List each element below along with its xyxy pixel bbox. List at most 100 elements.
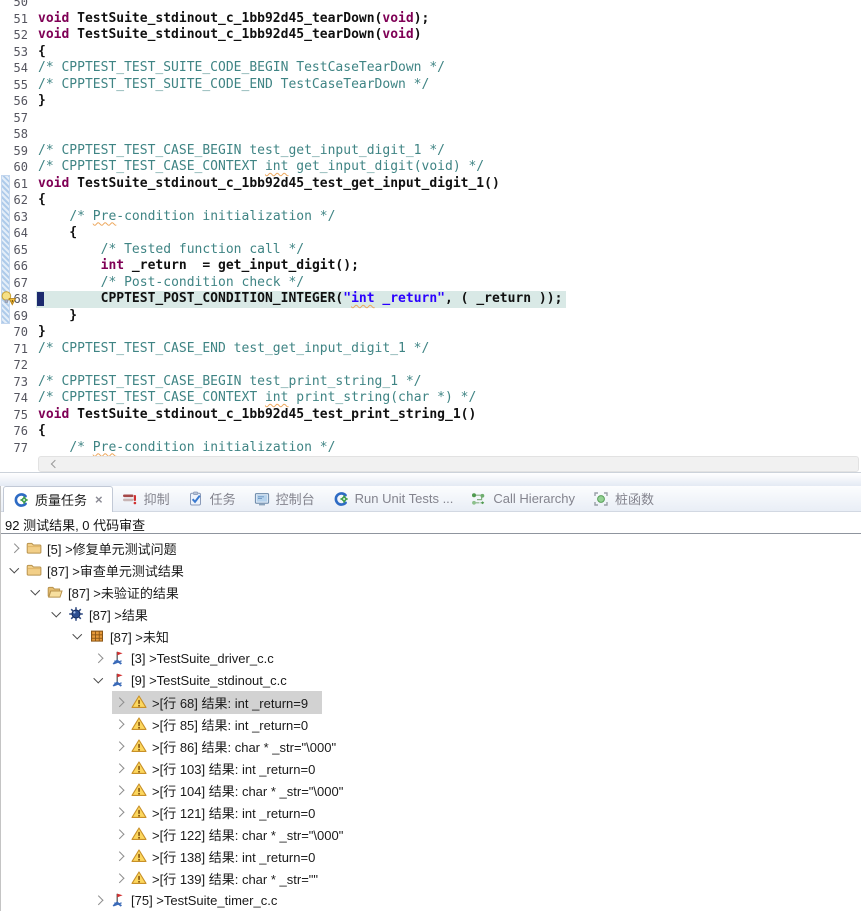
tree-row[interactable]: [3] >TestSuite_driver_c.c (1, 647, 861, 669)
code-text[interactable] (36, 110, 42, 127)
tree-row-label: [87] >结果 (89, 605, 148, 624)
code-text[interactable]: } (36, 324, 50, 341)
code-text[interactable] (36, 126, 42, 143)
code-text[interactable] (36, 0, 42, 11)
code-token: ) (414, 27, 422, 42)
code-text[interactable]: void TestSuite_stdinout_c_1bb92d45_tearD… (36, 27, 426, 44)
tree-row-body: >[行 122] 结果: char * _str="\000" (112, 823, 357, 846)
tab-console[interactable]: 控制台 (245, 486, 324, 511)
code-text[interactable]: { (36, 44, 50, 61)
code-text[interactable]: /* CPPTEST_TEST_CASE_BEGIN test_print_st… (36, 374, 426, 391)
chevron-right-icon[interactable] (114, 784, 126, 796)
tab-tasks[interactable]: 任务 (179, 486, 245, 511)
scroll-left-icon[interactable] (49, 459, 59, 469)
tree-row[interactable]: >[行 139] 结果: char * _str="" (1, 867, 861, 889)
code-token: int (265, 159, 288, 174)
code-text[interactable]: /* CPPTEST_TEST_CASE_BEGIN test_get_inpu… (36, 143, 449, 160)
chevron-right-icon[interactable] (93, 652, 105, 664)
tree-row-body: >[行 85] 结果: int _return=0 (112, 713, 322, 736)
tree-row-label: >[行 68] 结果: int _return=9 (152, 693, 308, 712)
code-text[interactable] (36, 357, 42, 374)
code-line: 60/* CPPTEST_TEST_CASE_CONTEXT int get_i… (0, 159, 861, 176)
tree-row[interactable]: >[行 85] 结果: int _return=0 (1, 713, 861, 735)
code-text[interactable]: } (36, 308, 81, 325)
tab-run-unit-tests[interactable]: Run Unit Tests ... (324, 486, 463, 511)
warning-icon (131, 826, 147, 842)
stubs-icon (593, 491, 609, 507)
code-text[interactable]: { (36, 423, 50, 440)
tree-row[interactable]: [87] >审查单元测试结果 (1, 559, 861, 581)
tree-row[interactable]: [87] >未知 (1, 625, 861, 647)
chevron-down-icon[interactable] (30, 586, 42, 598)
tree-row[interactable]: [87] >结果 (1, 603, 861, 625)
chevron-down-icon[interactable] (51, 608, 63, 620)
tree-row[interactable]: [87] >未验证的结果 (1, 581, 861, 603)
tree-row[interactable]: [9] >TestSuite_stdinout_c.c (1, 669, 861, 691)
code-text[interactable]: /* CPPTEST_TEST_CASE_CONTEXT int print_s… (36, 390, 480, 407)
code-text[interactable]: /* Post-condition check */ (36, 275, 308, 292)
code-text[interactable]: } (36, 93, 50, 110)
tree-row[interactable]: >[行 122] 结果: char * _str="\000" (1, 823, 861, 845)
code-text[interactable]: /* CPPTEST_TEST_SUITE_CODE_BEGIN TestCas… (36, 60, 449, 77)
code-text[interactable]: /* CPPTEST_TEST_CASE_END test_get_input_… (36, 341, 433, 358)
line-number: 71 (0, 341, 36, 358)
chevron-right-icon[interactable] (9, 542, 21, 554)
code-text[interactable]: void TestSuite_stdinout_c_1bb92d45_tearD… (36, 11, 433, 28)
tree-row-label: [87] >未验证的结果 (68, 583, 179, 602)
code-text[interactable]: CPPTEST_POST_CONDITION_INTEGER("int _ret… (36, 291, 566, 308)
code-text[interactable]: { (36, 225, 81, 242)
close-icon[interactable]: × (95, 492, 103, 507)
tab-stub-functions[interactable]: 桩函数 (584, 486, 663, 511)
code-token: int (265, 390, 288, 405)
tree-row[interactable]: >[行 86] 结果: char * _str="\000" (1, 735, 861, 757)
editor-horizontal-scrollbar[interactable] (38, 456, 859, 472)
code-text[interactable]: void TestSuite_stdinout_c_1bb92d45_test_… (36, 176, 504, 193)
code-token: _return = get_input_digit(); (124, 258, 359, 273)
code-editor[interactable]: 5051void TestSuite_stdinout_c_1bb92d45_t… (0, 0, 861, 456)
code-text[interactable]: /* Pre-condition initialization */ (36, 440, 339, 457)
code-text[interactable]: /* Pre-condition initialization */ (36, 209, 339, 226)
tree-row[interactable]: >[行 104] 结果: char * _str="\000" (1, 779, 861, 801)
code-line: 51void TestSuite_stdinout_c_1bb92d45_tea… (0, 11, 861, 28)
code-line: 73/* CPPTEST_TEST_CASE_BEGIN test_print_… (0, 374, 861, 391)
code-text[interactable]: /* Tested function call */ (36, 242, 308, 259)
chevron-right-icon[interactable] (114, 850, 126, 862)
chevron-right-icon[interactable] (114, 718, 126, 730)
code-text[interactable]: { (36, 192, 50, 209)
tab-suppressions[interactable]: 抑制 (113, 486, 179, 511)
tree-row[interactable]: >[行 138] 结果: int _return=0 (1, 845, 861, 867)
chevron-down-icon[interactable] (9, 564, 21, 576)
chevron-down-icon[interactable] (72, 630, 84, 642)
quick-fix-lightbulb-icon[interactable] (0, 290, 16, 306)
code-text[interactable]: /* CPPTEST_TEST_SUITE_CODE_END TestCaseT… (36, 77, 433, 94)
chevron-right-icon[interactable] (114, 696, 126, 708)
tree-row[interactable]: >[行 121] 结果: int _return=0 (1, 801, 861, 823)
code-token: { (38, 423, 46, 438)
code-token: /* CPPTEST_TEST_CASE_CONTEXT (38, 390, 265, 405)
tree-row[interactable]: [5] >修复单元测试问题 (1, 537, 861, 559)
folder-open-icon (47, 584, 63, 600)
chevron-down-icon[interactable] (93, 674, 105, 686)
tab-call-hierarchy[interactable]: Call Hierarchy (462, 486, 584, 511)
tab-label: 任务 (210, 489, 236, 508)
tree-row[interactable]: [75] >TestSuite_timer_c.c (1, 889, 861, 911)
code-token: void (38, 407, 77, 422)
code-text[interactable]: int _return = get_input_digit(); (36, 258, 363, 275)
chevron-right-icon[interactable] (93, 894, 105, 906)
chevron-right-icon[interactable] (114, 828, 126, 840)
code-text[interactable]: void TestSuite_stdinout_c_1bb92d45_test_… (36, 407, 480, 424)
code-line: 54/* CPPTEST_TEST_SUITE_CODE_BEGIN TestC… (0, 60, 861, 77)
chevron-right-icon[interactable] (114, 740, 126, 752)
warning-icon (131, 694, 147, 710)
tab-quality-tasks[interactable]: 质量任务× (3, 486, 113, 512)
chevron-right-icon[interactable] (114, 872, 126, 884)
chevron-right-icon[interactable] (114, 762, 126, 774)
line-number: 50 (0, 0, 36, 11)
code-text[interactable]: /* CPPTEST_TEST_CASE_CONTEXT int get_inp… (36, 159, 488, 176)
tree-row[interactable]: >[行 68] 结果: int _return=9 (1, 691, 861, 713)
editor-panel-sash[interactable] (0, 473, 861, 486)
code-line: 55/* CPPTEST_TEST_SUITE_CODE_END TestCas… (0, 77, 861, 94)
tree-row[interactable]: >[行 103] 结果: int _return=0 (1, 757, 861, 779)
code-token (38, 440, 69, 455)
chevron-right-icon[interactable] (114, 806, 126, 818)
